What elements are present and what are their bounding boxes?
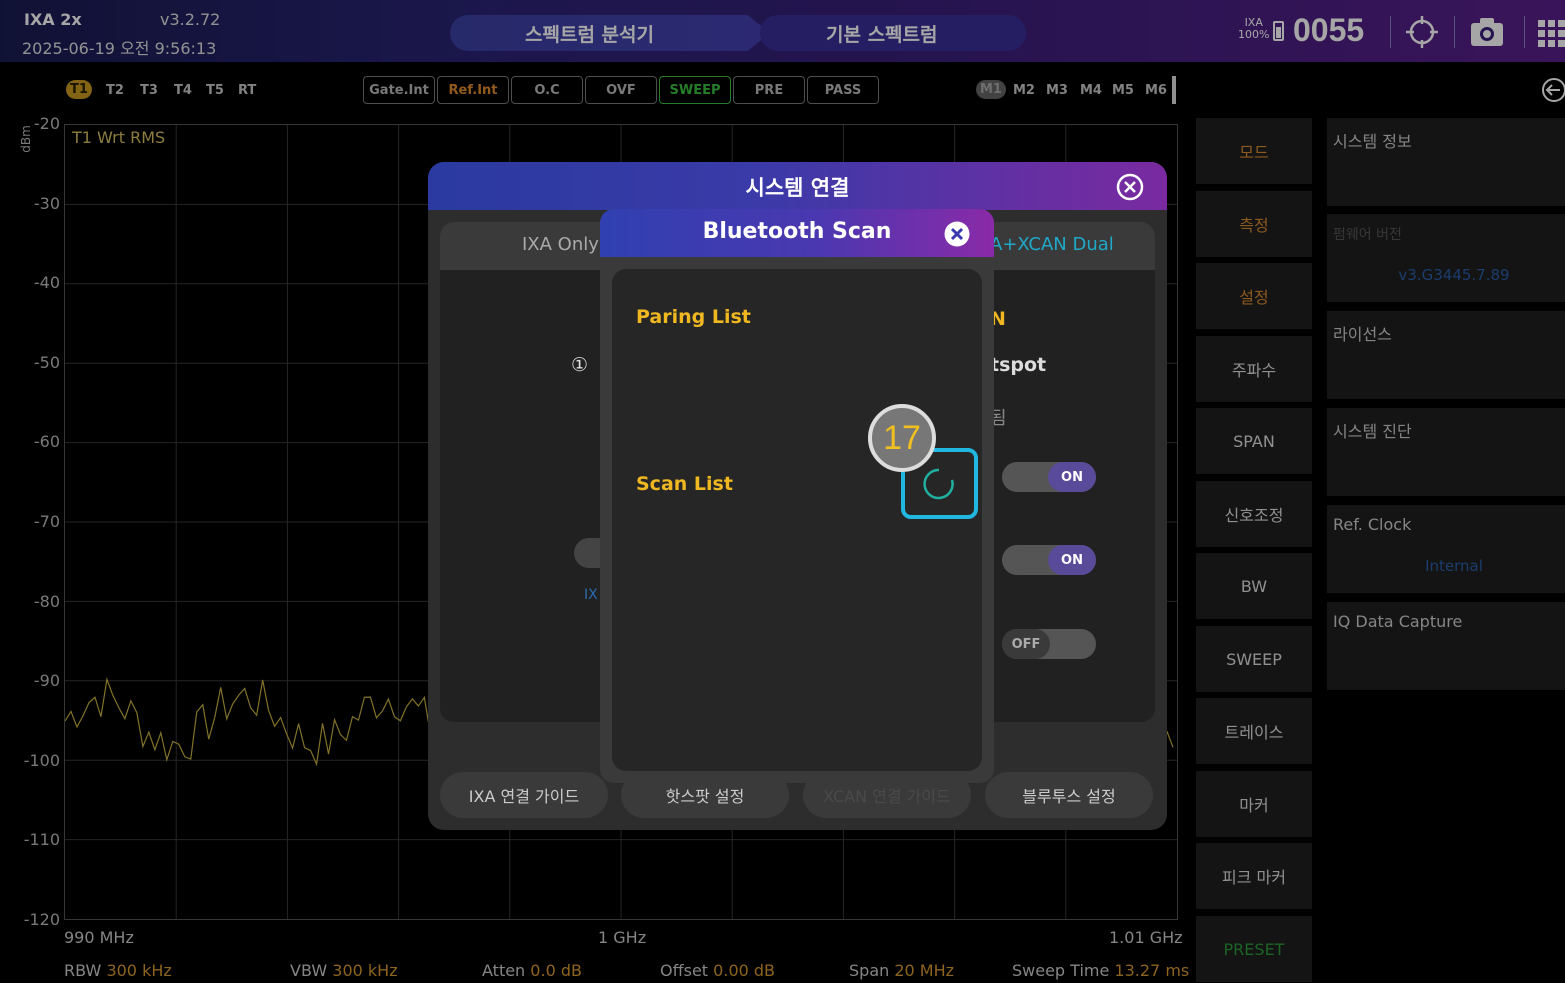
pairing-list-heading: Paring List: [636, 306, 751, 328]
ixa-link-partial[interactable]: IX: [584, 587, 598, 603]
bt-dialog-title: Bluetooth Scan: [702, 219, 892, 244]
bt-dialog-body: [612, 269, 982, 771]
scan-list-heading: Scan List: [636, 473, 733, 495]
toggle-switch-3[interactable]: OFF: [1002, 629, 1096, 659]
step-number: ①: [571, 354, 589, 376]
bluetooth-settings-button[interactable]: 블루투스 설정: [985, 772, 1153, 818]
toggle-switch-1[interactable]: ON: [1002, 462, 1096, 492]
step-badge: 17: [868, 404, 936, 472]
close-icon[interactable]: [1115, 172, 1145, 202]
tab-ixa-only[interactable]: IXA Only: [522, 234, 599, 255]
hotspot-label: tspot: [990, 354, 1047, 376]
tab-ixa-xcan-dual[interactable]: A+XCAN Dual: [990, 234, 1114, 255]
toggle-switch-2[interactable]: ON: [1002, 545, 1096, 575]
dialog-title: 시스템 연결: [745, 176, 850, 200]
ixa-guide-button[interactable]: IXA 연결 가이드: [440, 772, 608, 818]
close-icon[interactable]: [942, 219, 972, 249]
